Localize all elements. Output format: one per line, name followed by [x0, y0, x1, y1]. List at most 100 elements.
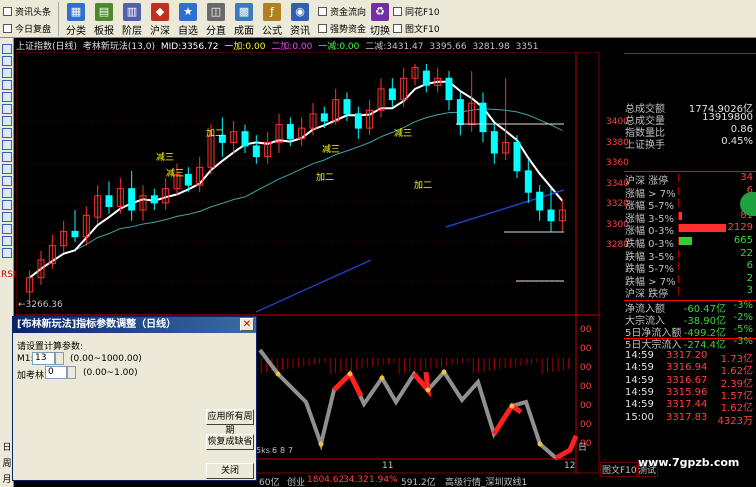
formula-icon: ƒ	[263, 3, 281, 21]
breadth-tick	[678, 237, 679, 245]
zoom-in-icon[interactable]	[2, 44, 12, 54]
chart-nav-tab[interactable]: 5ks	[256, 446, 270, 455]
add-label: 一加:	[224, 42, 246, 51]
chart-annotation: 加二	[206, 128, 224, 139]
close-icon[interactable]: ✕	[240, 318, 254, 331]
note-icon[interactable]	[2, 128, 12, 138]
board-icon: ▤	[95, 3, 113, 21]
candle-body	[252, 145, 260, 158]
toolbar-button-layers[interactable]: ▥ 阶层	[118, 2, 146, 37]
param-label-bolin: 加考林:	[17, 371, 48, 381]
draw-icon[interactable]	[2, 140, 12, 150]
zoom-out-icon[interactable]	[2, 56, 12, 66]
flow-row: 净流入额 -60.47亿 -3%	[600, 300, 756, 315]
toolbar-button-switch[interactable]: ♻ 切换	[366, 2, 394, 37]
chart-nav-tab[interactable]: 8	[280, 446, 285, 455]
date-tick: 12	[564, 461, 575, 471]
tick-row: 15:00 3317.83 4323万	[600, 411, 756, 427]
tick-row: 14:59 3317.44 1.62亿	[600, 399, 756, 414]
candle-body	[422, 70, 430, 86]
layers-icon[interactable]	[2, 248, 12, 258]
breadth-value: 2129	[727, 222, 753, 234]
line-tool-icon[interactable]	[2, 80, 12, 90]
m1-input[interactable]: 13	[32, 352, 55, 365]
candle-body	[513, 141, 521, 172]
bolin-input[interactable]: 0	[45, 366, 67, 379]
status-quote-mode[interactable]: 高级行情_深圳双线1	[445, 475, 527, 487]
breadth-value: 665	[733, 235, 753, 246]
trend-icon[interactable]	[2, 212, 12, 222]
breadth-tick	[678, 287, 679, 296]
graphic-f10-checkbox[interactable]: 图文F10	[393, 22, 440, 35]
breadth-tick	[678, 199, 679, 208]
m1-spinner[interactable]	[55, 352, 64, 365]
breadth-value: 34	[740, 172, 753, 183]
ruler-icon[interactable]	[2, 152, 12, 162]
chart-title: 上证指数(日线)	[16, 42, 78, 51]
breadth-row: 涨幅 0-3% 2129	[600, 222, 756, 237]
news-headline-checkbox[interactable]: 资讯头条	[3, 5, 51, 18]
chart-nav-tab[interactable]: 7	[288, 446, 293, 455]
toolbar-button-formula[interactable]: ƒ 公式	[258, 2, 286, 37]
toolbar-button-news[interactable]: ◉ 资讯	[286, 2, 314, 37]
bolin-spinner[interactable]	[67, 366, 76, 379]
tick-price: 3317.44	[666, 399, 708, 411]
grid-icon[interactable]	[2, 116, 12, 126]
restore-default-button[interactable]: 恢复成缺省	[206, 434, 254, 450]
breadth-label: 沪深 跌停	[625, 289, 669, 301]
chart-annotation: 加二	[316, 172, 334, 183]
tick-price: 3315.96	[666, 386, 708, 398]
toolbar-button-market[interactable]: ◆ 沪深	[146, 2, 174, 37]
chart-nav-tab[interactable]: 6	[272, 446, 277, 455]
toolbar-button-board[interactable]: ▤ 板报	[90, 2, 118, 37]
toolbar-button-watchlist[interactable]: ★ 自选	[174, 2, 202, 37]
chart-annotation: 减三	[166, 167, 184, 179]
box-icon[interactable]	[2, 176, 12, 186]
close-button[interactable]: 关闭	[206, 463, 254, 479]
chart-annotation: 减三	[322, 143, 340, 155]
toolbar-button-split[interactable]: ◫ 分直	[202, 2, 230, 37]
breadth-row: 沪深 涨停 34	[600, 172, 756, 187]
strong-capital-checkbox[interactable]: 强势资金	[318, 22, 366, 35]
text-tool-icon[interactable]	[2, 200, 12, 210]
breadth-tick	[678, 262, 679, 271]
stat-value: 13919800	[702, 112, 753, 123]
daily-review-checkbox[interactable]: 今日复盘	[3, 22, 51, 35]
period-icon[interactable]	[2, 92, 12, 102]
switch-icon: ♻	[371, 3, 389, 21]
panel-tab-0[interactable]: 图文F10	[600, 462, 639, 477]
capital-flow-checkbox[interactable]: 资金流向	[318, 5, 366, 18]
candle-body	[128, 188, 136, 211]
candle-body	[524, 170, 532, 193]
status-bar: 60亿 创业 1804.62 34.32 1.94% 591.2亿 高级行情_深…	[257, 475, 600, 487]
ma20-line	[29, 108, 563, 279]
toolbar-button-label: 成面	[234, 26, 254, 37]
low-price-marker: ←3266.36	[18, 300, 63, 310]
candle-body	[150, 195, 158, 204]
status-change: 34.32	[343, 475, 369, 485]
breadth-value: 22	[740, 247, 753, 259]
tick-row: 14:59 3316.67 2.39亿	[600, 375, 756, 390]
tick-price: 3317.83	[666, 411, 708, 423]
header-value-2: 3281.98	[472, 42, 510, 51]
add2-value: 0.00	[292, 42, 313, 51]
market-icon: ◆	[151, 3, 169, 21]
toolbar-separator	[58, 2, 59, 36]
toolbar-button-volume[interactable]: ▩ 成面	[230, 2, 258, 37]
stat-row: 总成交额 1774.9026亿	[600, 100, 756, 115]
list-icon[interactable]	[2, 236, 12, 246]
breadth-row: 涨幅 3-5% 81	[600, 210, 756, 225]
pan-icon[interactable]	[2, 68, 12, 78]
ellipse-icon[interactable]	[2, 188, 12, 198]
signal-dot	[275, 371, 281, 377]
fib-icon[interactable]	[2, 164, 12, 174]
rail-label-0[interactable]: RSI	[1, 270, 16, 280]
chart-icon[interactable]	[2, 224, 12, 234]
cursor-icon[interactable]	[2, 104, 12, 114]
f10-checkbox[interactable]: 同花F10	[393, 5, 440, 18]
tick-time: 14:59	[625, 386, 654, 398]
breadth-row: 涨幅 > 7% 6	[600, 185, 756, 200]
apply-all-periods-button[interactable]: 应用所有周期	[206, 409, 254, 436]
param-range-m1: (0.00~1000.00)	[70, 354, 142, 364]
toolbar-button-category[interactable]: ▦ 分类	[62, 2, 90, 37]
